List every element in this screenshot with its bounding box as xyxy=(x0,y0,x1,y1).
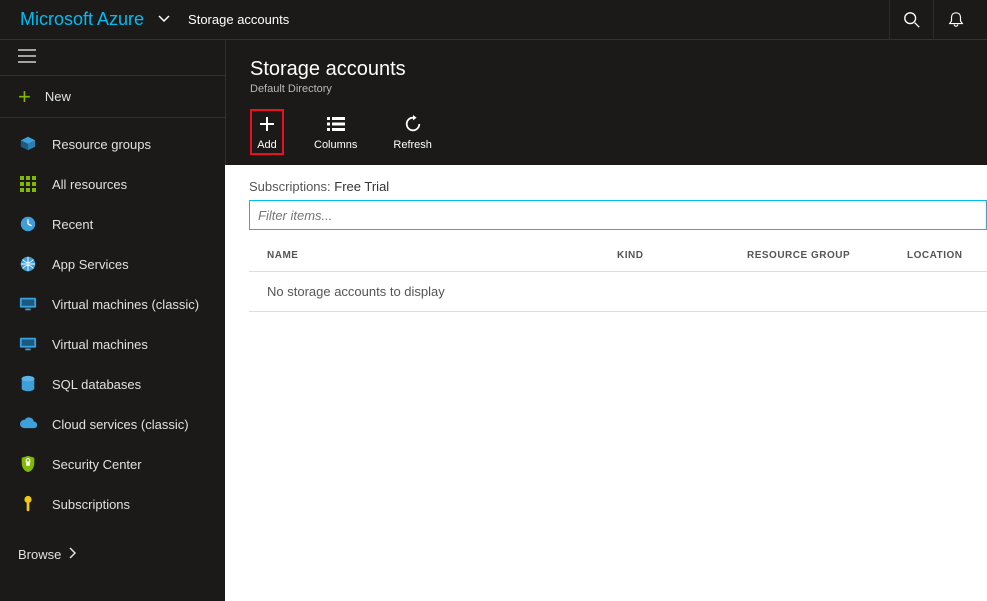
refresh-button[interactable]: Refresh xyxy=(387,109,438,155)
sidebar-item-label: Cloud services (classic) xyxy=(52,417,189,432)
subscriptions-value[interactable]: Free Trial xyxy=(334,179,389,194)
refresh-label: Refresh xyxy=(393,139,432,151)
sidebar-item-label: SQL databases xyxy=(52,377,141,392)
chevron-right-icon xyxy=(69,547,77,562)
columns-icon xyxy=(325,113,347,135)
hamburger-icon xyxy=(18,47,36,68)
table-header-row: NAME KIND RESOURCE GROUP LOCATION xyxy=(249,230,987,271)
azure-brand[interactable]: Microsoft Azure xyxy=(20,9,144,30)
chevron-down-icon[interactable] xyxy=(158,12,170,28)
col-header-resource-group[interactable]: RESOURCE GROUP xyxy=(747,250,907,261)
vm-classic-icon xyxy=(18,294,38,314)
add-button[interactable]: Add xyxy=(250,109,284,155)
sidebar-item-all-resources[interactable]: All resources xyxy=(0,164,225,204)
new-label: New xyxy=(45,89,71,104)
browse-button[interactable]: Browse xyxy=(0,532,225,576)
refresh-icon xyxy=(402,113,424,135)
blade-title: Storage accounts xyxy=(250,58,963,81)
hamburger-toggle[interactable] xyxy=(0,40,225,76)
sidebar-item-app-services[interactable]: App Services xyxy=(0,244,225,284)
sidebar-item-recent[interactable]: Recent xyxy=(0,204,225,244)
subscriptions-label: Subscriptions: xyxy=(249,179,331,194)
resource-groups-icon xyxy=(18,134,38,154)
app-services-icon xyxy=(18,254,38,274)
sidebar-item-resource-groups[interactable]: Resource groups xyxy=(0,124,225,164)
sidebar-item-label: Recent xyxy=(52,217,93,232)
plus-icon: + xyxy=(18,86,31,108)
browse-label: Browse xyxy=(18,547,61,562)
filter-input[interactable] xyxy=(249,200,987,230)
shield-icon xyxy=(18,454,38,474)
sidebar-item-label: Virtual machines (classic) xyxy=(52,297,199,312)
sql-icon xyxy=(18,374,38,394)
table-empty-row: No storage accounts to display xyxy=(249,271,987,312)
new-button[interactable]: + New xyxy=(0,76,225,118)
col-header-name[interactable]: NAME xyxy=(267,250,617,261)
plus-icon xyxy=(256,113,278,135)
sidebar: + New Resource groups All resources R xyxy=(0,40,225,601)
sidebar-item-security[interactable]: Security Center xyxy=(0,444,225,484)
sidebar-item-label: All resources xyxy=(52,177,127,192)
sidebar-item-sql[interactable]: SQL databases xyxy=(0,364,225,404)
sidebar-item-label: Resource groups xyxy=(52,137,151,152)
sidebar-item-cloud-services[interactable]: Cloud services (classic) xyxy=(0,404,225,444)
sidebar-item-label: Subscriptions xyxy=(52,497,130,512)
columns-button[interactable]: Columns xyxy=(308,109,363,155)
sidebar-item-subscriptions[interactable]: Subscriptions xyxy=(0,484,225,524)
empty-message: No storage accounts to display xyxy=(267,284,445,299)
col-header-location[interactable]: LOCATION xyxy=(907,250,969,261)
add-label: Add xyxy=(257,139,277,151)
search-icon[interactable] xyxy=(889,0,933,40)
cloud-services-icon xyxy=(18,414,38,434)
notifications-icon[interactable] xyxy=(933,0,977,40)
sidebar-item-vm-classic[interactable]: Virtual machines (classic) xyxy=(0,284,225,324)
sidebar-item-label: App Services xyxy=(52,257,129,272)
col-header-kind[interactable]: KIND xyxy=(617,250,747,261)
vm-icon xyxy=(18,334,38,354)
sidebar-item-vm[interactable]: Virtual machines xyxy=(0,324,225,364)
breadcrumb[interactable]: Storage accounts xyxy=(188,12,289,27)
sidebar-item-label: Virtual machines xyxy=(52,337,148,352)
subscriptions-icon xyxy=(18,494,38,514)
recent-icon xyxy=(18,214,38,234)
all-resources-icon xyxy=(18,174,38,194)
columns-label: Columns xyxy=(314,139,357,151)
blade-subtitle: Default Directory xyxy=(250,83,963,95)
sidebar-item-label: Security Center xyxy=(52,457,142,472)
